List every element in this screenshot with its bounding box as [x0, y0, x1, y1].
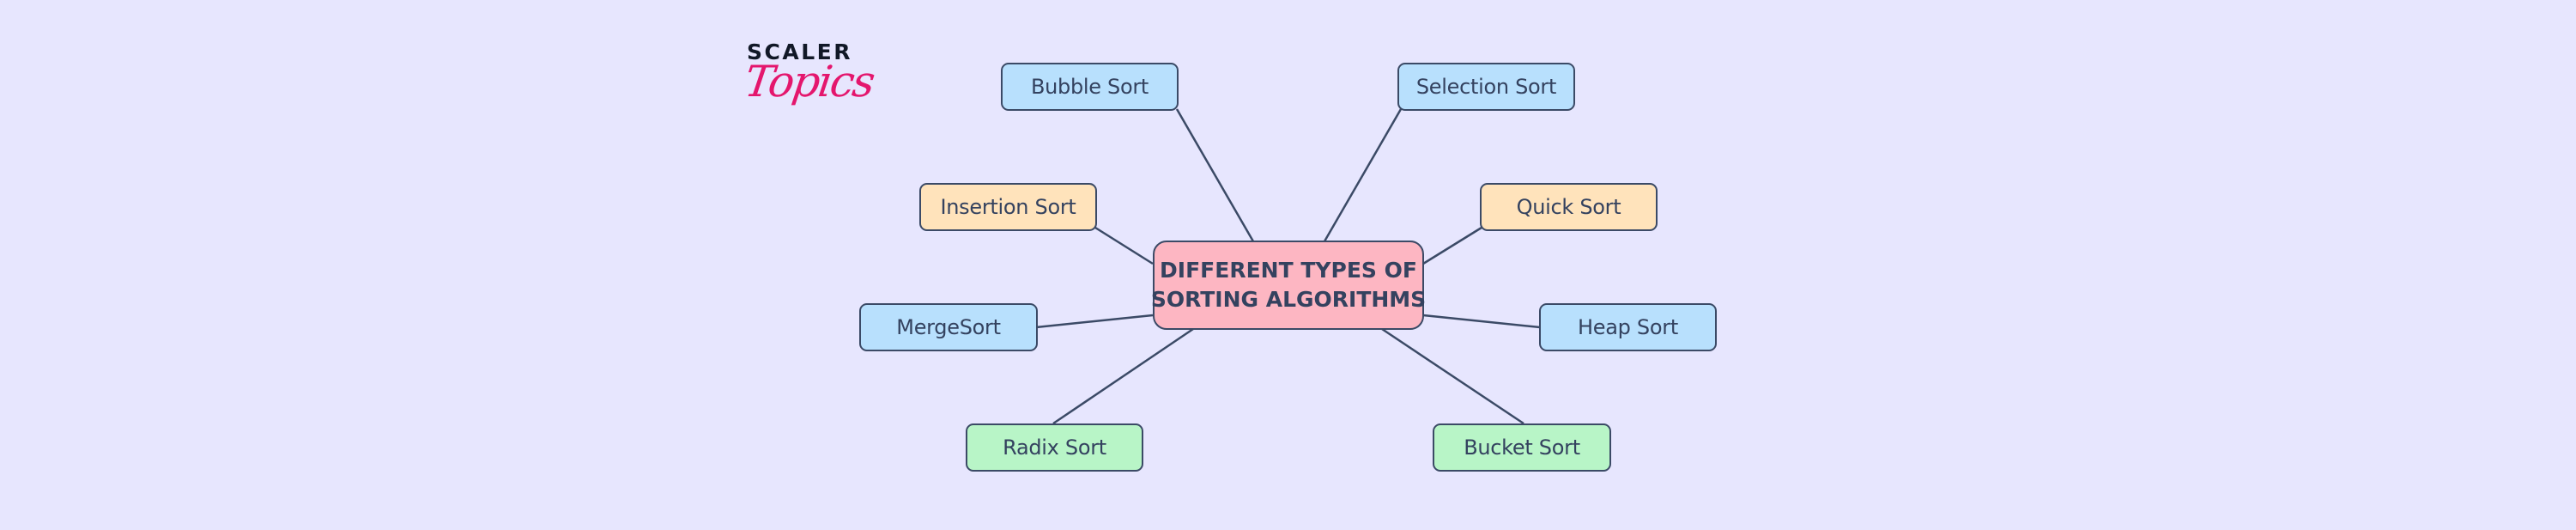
node-bucket-sort: Bucket Sort: [1433, 423, 1611, 472]
node-insertion-sort: Insertion Sort: [919, 183, 1097, 231]
edge-center-quick-sort: [1422, 226, 1482, 265]
node-merge-sort: MergeSort: [859, 303, 1038, 351]
node-radix-sort: Radix Sort: [966, 423, 1143, 472]
node-label: MergeSort: [896, 315, 1001, 339]
node-label: Heap Sort: [1578, 315, 1678, 339]
node-bubble-sort: Bubble Sort: [1001, 63, 1179, 111]
logo-script: Topics: [741, 57, 877, 107]
node-selection-sort: Selection Sort: [1397, 63, 1575, 111]
center-title-line2: SORTING ALGORITHMS: [1150, 287, 1427, 312]
center-node: DIFFERENT TYPES OF SORTING ALGORITHMS: [1150, 241, 1427, 330]
edge-center-radix-sort: [1052, 327, 1194, 425]
edge-center-bucket-sort: [1381, 327, 1524, 425]
node-heap-sort: Heap Sort: [1539, 303, 1717, 351]
edge-center-selection-sort: [1323, 108, 1403, 242]
node-label: Radix Sort: [1003, 436, 1106, 460]
node-label: Quick Sort: [1516, 195, 1621, 219]
edge-center-insertion-sort: [1094, 226, 1154, 265]
node-quick-sort: Quick Sort: [1480, 183, 1658, 231]
center-title-line1: DIFFERENT TYPES OF: [1160, 258, 1417, 283]
node-label: Bucket Sort: [1464, 436, 1580, 460]
sorting-algorithms-mind-map: SCALER Topics DIFFERENT TYPES OF SORTING…: [0, 0, 2576, 530]
edge-center-merge-sort: [1035, 314, 1154, 329]
scaler-topics-logo: SCALER Topics: [742, 40, 876, 129]
node-label: Selection Sort: [1415, 75, 1557, 99]
node-label: Bubble Sort: [1030, 75, 1149, 99]
edge-center-bubble-sort: [1175, 108, 1255, 242]
edge-center-heap-sort: [1422, 314, 1541, 329]
node-label: Insertion Sort: [940, 195, 1076, 219]
